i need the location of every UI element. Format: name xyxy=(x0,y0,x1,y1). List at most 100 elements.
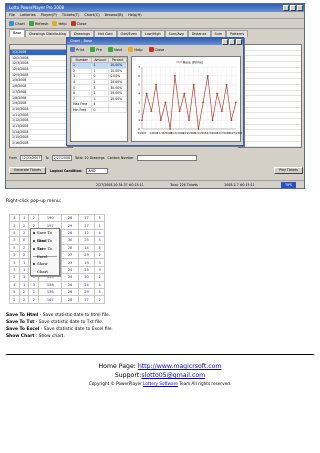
col-amount[interactable]: Amount xyxy=(91,57,110,63)
tab-drawings-distributing[interactable]: Drawings Distributing xyxy=(25,30,71,37)
frequency-table[interactable]: Number Amount Percent 1 1 10.00% 2 1 10.00% 3 0… xyxy=(70,56,128,142)
tab-base[interactable]: Base xyxy=(9,29,26,37)
tab-sum[interactable]: Sum xyxy=(210,30,227,37)
tab-drawings[interactable]: Drawings xyxy=(70,30,94,37)
logical-condition-select[interactable]: AND xyxy=(86,167,109,174)
table-cell: 24 xyxy=(77,280,96,290)
ctx-show-chart[interactable]: Show Chart xyxy=(31,260,59,274)
data-point xyxy=(235,101,237,104)
tab-distance[interactable]: Distance xyxy=(187,30,211,37)
data-point xyxy=(141,119,143,122)
chart-close-button[interactable]: Close xyxy=(148,47,164,52)
desc-term: Show Chart xyxy=(6,334,35,339)
table-cell: 2 xyxy=(28,213,40,223)
chart-close-window-button[interactable] xyxy=(236,39,242,45)
chart-svg: Base (Prime)012345672/2007 1/2008 1/11/200… xyxy=(137,60,243,135)
table-cell: 14 xyxy=(77,243,96,253)
minimize-button[interactable] xyxy=(283,5,289,11)
support-email-link[interactable]: slotto05@gmail.com xyxy=(141,372,205,379)
table-cell: 2 xyxy=(9,273,20,282)
table-cell: 3 xyxy=(18,273,30,282)
printer-icon xyxy=(70,47,75,52)
html-icon xyxy=(33,232,35,234)
table-cell: 25 xyxy=(77,236,96,245)
help-icon xyxy=(52,21,58,26)
menu-browse[interactable]: Browse(B) xyxy=(105,12,123,18)
data-point xyxy=(211,119,214,122)
app-titlebar: Lotto PowerPlayer Pro 2008 xyxy=(6,4,304,12)
status-total: Total: 226 Tickets xyxy=(170,182,198,187)
app-title: Lotto PowerPlayer Pro 2008 xyxy=(9,5,65,10)
tab-patterns[interactable]: Patterns xyxy=(226,30,249,37)
menu-help[interactable]: Help(H) xyxy=(128,12,142,18)
date-filter-bar: From 12/22/2007 To 2/27/2008 Total: 20 D… xyxy=(9,154,303,162)
next-button[interactable]: Next xyxy=(108,47,122,52)
chart-maximize-button[interactable] xyxy=(229,39,235,45)
menu-lotteries[interactable]: Lotteries xyxy=(20,12,36,18)
tab-low-high[interactable]: Low/High xyxy=(141,30,165,37)
refresh-button[interactable]: Refresh xyxy=(28,21,49,26)
chart-icon xyxy=(33,263,35,265)
previous-button[interactable]: Pre xyxy=(90,47,102,52)
stats-grid[interactable] xyxy=(238,44,302,148)
from-date-field[interactable]: 12/22/2007 xyxy=(19,155,43,161)
chart-icon xyxy=(9,21,14,26)
contain-number-field[interactable] xyxy=(136,155,197,161)
table-cell: 190 xyxy=(38,213,63,223)
tab-odd-even[interactable]: Odd/Even xyxy=(116,30,142,37)
x-tick-label: 2/1/2008 xyxy=(195,131,207,135)
table-cell: 26 xyxy=(61,288,79,297)
close-window-button[interactable] xyxy=(297,5,303,11)
tab-hot-cold[interactable]: Hot Cold xyxy=(93,30,117,37)
data-point xyxy=(155,83,157,86)
copyright-suffix: Team All rights reserved. xyxy=(177,381,232,386)
home-page-link[interactable]: http://www.magicrsoft.com xyxy=(138,363,222,370)
table-row[interactable]: Min Freq 0 xyxy=(70,106,127,114)
chart-help-button[interactable]: Help xyxy=(128,47,143,52)
table-cell: 30 xyxy=(61,236,79,245)
app-window: Lotto PowerPlayer Pro 2008 File Lotterie… xyxy=(5,3,305,189)
menu-player[interactable]: Player(P) xyxy=(41,12,57,18)
lottery-software-link[interactable]: Lottery Software xyxy=(143,381,178,386)
y-tick-label: 7 xyxy=(138,65,140,69)
table-cell: 1 xyxy=(18,258,30,267)
table-row[interactable] xyxy=(239,142,301,148)
y-tick-label: 0 xyxy=(138,127,140,131)
menu-tickets[interactable]: Tickets(T) xyxy=(62,12,80,18)
chart-button[interactable]: Chart xyxy=(9,21,25,26)
status-right: 2008-2-7 #0:15:11 xyxy=(224,182,255,187)
data-point xyxy=(150,110,153,113)
data-point xyxy=(159,119,162,122)
print-button[interactable]: Print xyxy=(70,47,84,52)
table-cell: 3 xyxy=(9,236,20,245)
generate-tickets-button[interactable]: Generate Tickets xyxy=(9,167,46,174)
maximize-button[interactable] xyxy=(290,5,296,11)
refresh-button-label: Refresh xyxy=(34,21,49,26)
menu-chart[interactable]: Chart(C) xyxy=(84,12,99,18)
table-cell: 25 xyxy=(77,265,96,275)
copyright-line: Copyright © PowerPlayer Lottery Software… xyxy=(0,380,320,387)
desc-term: Save To Excel xyxy=(6,327,40,332)
menu-file[interactable]: File xyxy=(9,12,15,18)
help-button[interactable]: Help xyxy=(52,21,67,26)
table-row[interactable]: 1/17/2008 xyxy=(10,147,72,148)
close-button[interactable]: Close xyxy=(70,21,86,26)
desc-line: Save To Excel - Save statistic date to E… xyxy=(6,326,306,333)
ctx-save-html[interactable]: Save To Html xyxy=(31,229,59,243)
home-page-label: Home Page: xyxy=(98,363,138,370)
ctx-save-excel[interactable]: Save To Excel xyxy=(31,245,59,259)
status-bar: 2/27/2008 20:34:37 #0:15:11 Total: 226 T… xyxy=(6,180,304,188)
table-cell: 5 xyxy=(9,243,20,253)
drawings-grid[interactable]: 1/2/2008 12/2/2008 12/3/2008 12/4/2008 12/5/… xyxy=(9,44,73,148)
y-tick-label: 4 xyxy=(138,92,140,96)
play-tickets-button[interactable]: Play Tickets xyxy=(274,167,303,174)
table-cell: 2 xyxy=(18,228,30,238)
table-cell: 1 xyxy=(94,221,105,230)
chart-minimize-button[interactable] xyxy=(222,39,228,45)
x-tick-label: 1/2008 xyxy=(149,131,158,135)
data-point xyxy=(221,110,223,113)
table-cell: 27 xyxy=(77,221,96,230)
to-date-field[interactable]: 2/27/2008 xyxy=(51,155,72,161)
ctx-save-txt[interactable]: Save To Txt xyxy=(31,237,59,251)
tab-sum-avg[interactable]: Sum/Avg xyxy=(164,30,188,37)
